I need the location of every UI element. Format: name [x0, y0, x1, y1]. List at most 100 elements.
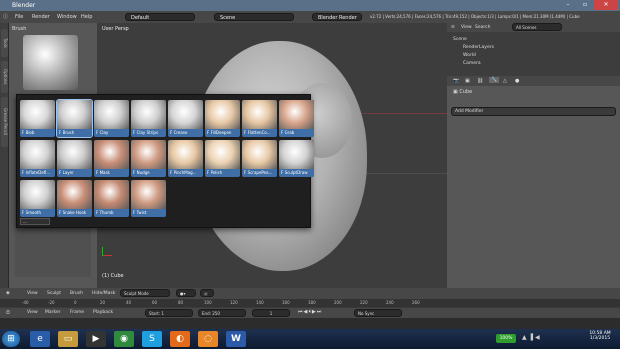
outliner-tree: Scene RenderLayers World Camera [447, 32, 620, 76]
brush-item[interactable]: F Mask [94, 140, 129, 177]
properties-region: ☰ View Search All Scenes Scene RenderLay… [447, 23, 620, 288]
viewport-editor-icon[interactable]: ◈ [6, 290, 10, 296]
tab-options[interactable]: Options [1, 61, 8, 93]
battery-indicator[interactable]: 100% [496, 334, 516, 343]
brush-name: F ScrapePea... [242, 169, 277, 177]
outliner-search-menu[interactable]: Search [475, 25, 490, 30]
brush-item[interactable]: F Clay Strips [131, 100, 166, 137]
outliner-row-camera[interactable]: Camera [463, 60, 481, 68]
brush-item[interactable]: F Clay [94, 100, 129, 137]
menu-window[interactable]: Window [57, 11, 77, 23]
brush-item[interactable]: F Twist [131, 180, 166, 217]
brush-item[interactable]: F PinchMag... [168, 140, 203, 177]
outliner-view-menu[interactable]: View [461, 25, 472, 30]
brush-thumbnail [131, 100, 166, 129]
explorer-icon[interactable]: ▭ [58, 331, 78, 347]
firefox-icon[interactable]: ◐ [170, 331, 190, 347]
object-name-label: Cube [459, 89, 473, 95]
brush-panel-header[interactable]: Brush [12, 26, 26, 32]
render-engine-dropdown[interactable]: Blender Render [312, 13, 362, 21]
close-button[interactable]: ✕ [594, 0, 618, 10]
brush-thumbnail [20, 100, 55, 129]
brush-selector-popup: ... F Blob F Brush F Clay F Clay Strips F Cr… [16, 94, 314, 228]
menu-render[interactable]: Render [32, 11, 50, 23]
outliner-filter-dropdown[interactable]: All Scenes [512, 23, 562, 31]
menu-hide-mask[interactable]: Hide/Mask [92, 291, 115, 296]
scene-dropdown[interactable]: Scene [214, 13, 294, 21]
constraints-tab-icon[interactable]: ⛓ [477, 78, 483, 84]
render-tab-icon[interactable]: 📷 [453, 78, 459, 84]
brush-item[interactable]: F Nudge [131, 140, 166, 177]
brush-name: F Crease [168, 129, 203, 137]
timeline-tick-label: 120 [230, 300, 238, 305]
minimize-button[interactable]: – [560, 0, 576, 10]
brush-item[interactable]: F Crease [168, 100, 203, 137]
brush-search-field[interactable]: ... [20, 218, 50, 225]
outliner-editor-icon[interactable]: ☰ [451, 24, 455, 29]
brush-item[interactable]: F Smooth [20, 180, 55, 217]
data-tab-icon[interactable]: △ [503, 78, 507, 84]
brush-item[interactable]: F Layer [57, 140, 92, 177]
timeline-playback-menu[interactable]: Playback [93, 310, 113, 315]
tray-icons[interactable]: ▲ ▐ ◀ [522, 334, 540, 341]
outliner-row-world[interactable]: World [463, 52, 476, 60]
menu-help[interactable]: Help [81, 11, 92, 23]
brush-item[interactable]: F InflateDefl... [20, 140, 55, 177]
brush-item[interactable]: F Blob [20, 100, 55, 137]
outliner-row-renderlayers[interactable]: RenderLayers [463, 44, 494, 52]
brush-thumbnail [205, 100, 240, 129]
pivot-dropdown[interactable]: ◎ [200, 289, 214, 297]
start-button-icon[interactable]: ⊞ [2, 331, 20, 347]
menu-view[interactable]: View [27, 291, 38, 296]
ie-icon[interactable]: e [30, 331, 50, 347]
end-frame-field[interactable]: End: 250 [198, 309, 246, 317]
tab-tools[interactable]: Tools [1, 29, 8, 57]
timeline-marker-menu[interactable]: Marker [45, 310, 61, 315]
clock[interactable]: 10:58 AM 1/3/2015 [582, 331, 618, 341]
add-modifier-dropdown[interactable]: Add Modifier [451, 107, 616, 116]
brush-item[interactable]: F ScrapePea... [242, 140, 277, 177]
skype-icon[interactable]: S [142, 331, 162, 347]
maximize-button[interactable]: ▫ [577, 0, 593, 10]
blender-icon[interactable]: ◌ [198, 331, 218, 347]
timeline-tick-label: 220 [360, 300, 368, 305]
menu-brush[interactable]: Brush [70, 291, 83, 296]
modifiers-tab-icon[interactable]: 🔧 [489, 77, 500, 83]
screen-layout-dropdown[interactable]: Default [125, 13, 195, 21]
brush-item[interactable]: F Polish [205, 140, 240, 177]
menu-file[interactable]: File [15, 11, 23, 23]
brush-name: F Nudge [131, 169, 166, 177]
media-icon[interactable]: ▶ [86, 331, 106, 347]
timeline-ruler[interactable]: -40 -20 0 20 40 60 80 100 120 140 160 180 200 220 240 2… [0, 299, 620, 307]
shading-dropdown[interactable]: ●▾ [176, 289, 196, 297]
timeline-editor-icon[interactable]: ⏱ [6, 310, 10, 316]
current-frame-field[interactable]: 1 [252, 309, 290, 317]
timeline-tick-label: 0 [74, 300, 77, 305]
sync-dropdown[interactable]: No Sync [354, 309, 402, 317]
brush-name: F Clay Strips [131, 129, 166, 137]
mode-dropdown[interactable]: Sculpt Mode [120, 289, 170, 297]
chrome-icon[interactable]: ◉ [114, 331, 134, 347]
start-frame-field[interactable]: Start: 1 [145, 309, 193, 317]
brush-item[interactable]: F FlattenCo... [242, 100, 277, 137]
timeline-frame-menu[interactable]: Frame [70, 310, 84, 315]
playback-controls[interactable]: ⏮◀⏴▶⏭ [298, 309, 322, 315]
object-tab-icon[interactable]: ▣ [465, 78, 470, 84]
word-icon[interactable]: W [226, 331, 246, 347]
brush-name: F Snake Hook [57, 209, 92, 217]
brush-item[interactable]: F Snake Hook [57, 180, 92, 217]
material-tab-icon[interactable]: ● [515, 78, 519, 84]
brush-item[interactable]: F Brush [56, 99, 93, 138]
brush-item[interactable]: F SculptDraw [279, 140, 314, 177]
outliner-row-scene[interactable]: Scene [453, 36, 467, 44]
brush-preview-thumbnail[interactable] [23, 35, 78, 90]
brush-item[interactable]: F FillDeepen [205, 100, 240, 137]
brush-item[interactable]: F Thumb [94, 180, 129, 217]
tab-grease-pencil[interactable]: Grease Pencil [1, 97, 8, 147]
start-label: Start: [149, 311, 161, 316]
timeline[interactable]: -40 -20 0 20 40 60 80 100 120 140 160 180 200 220 240 2… [0, 299, 620, 318]
editor-type-icon[interactable]: ⓘ [3, 11, 8, 23]
brush-item[interactable]: F Grab [279, 100, 314, 137]
timeline-view-menu[interactable]: View [27, 310, 38, 315]
menu-sculpt[interactable]: Sculpt [47, 291, 61, 296]
